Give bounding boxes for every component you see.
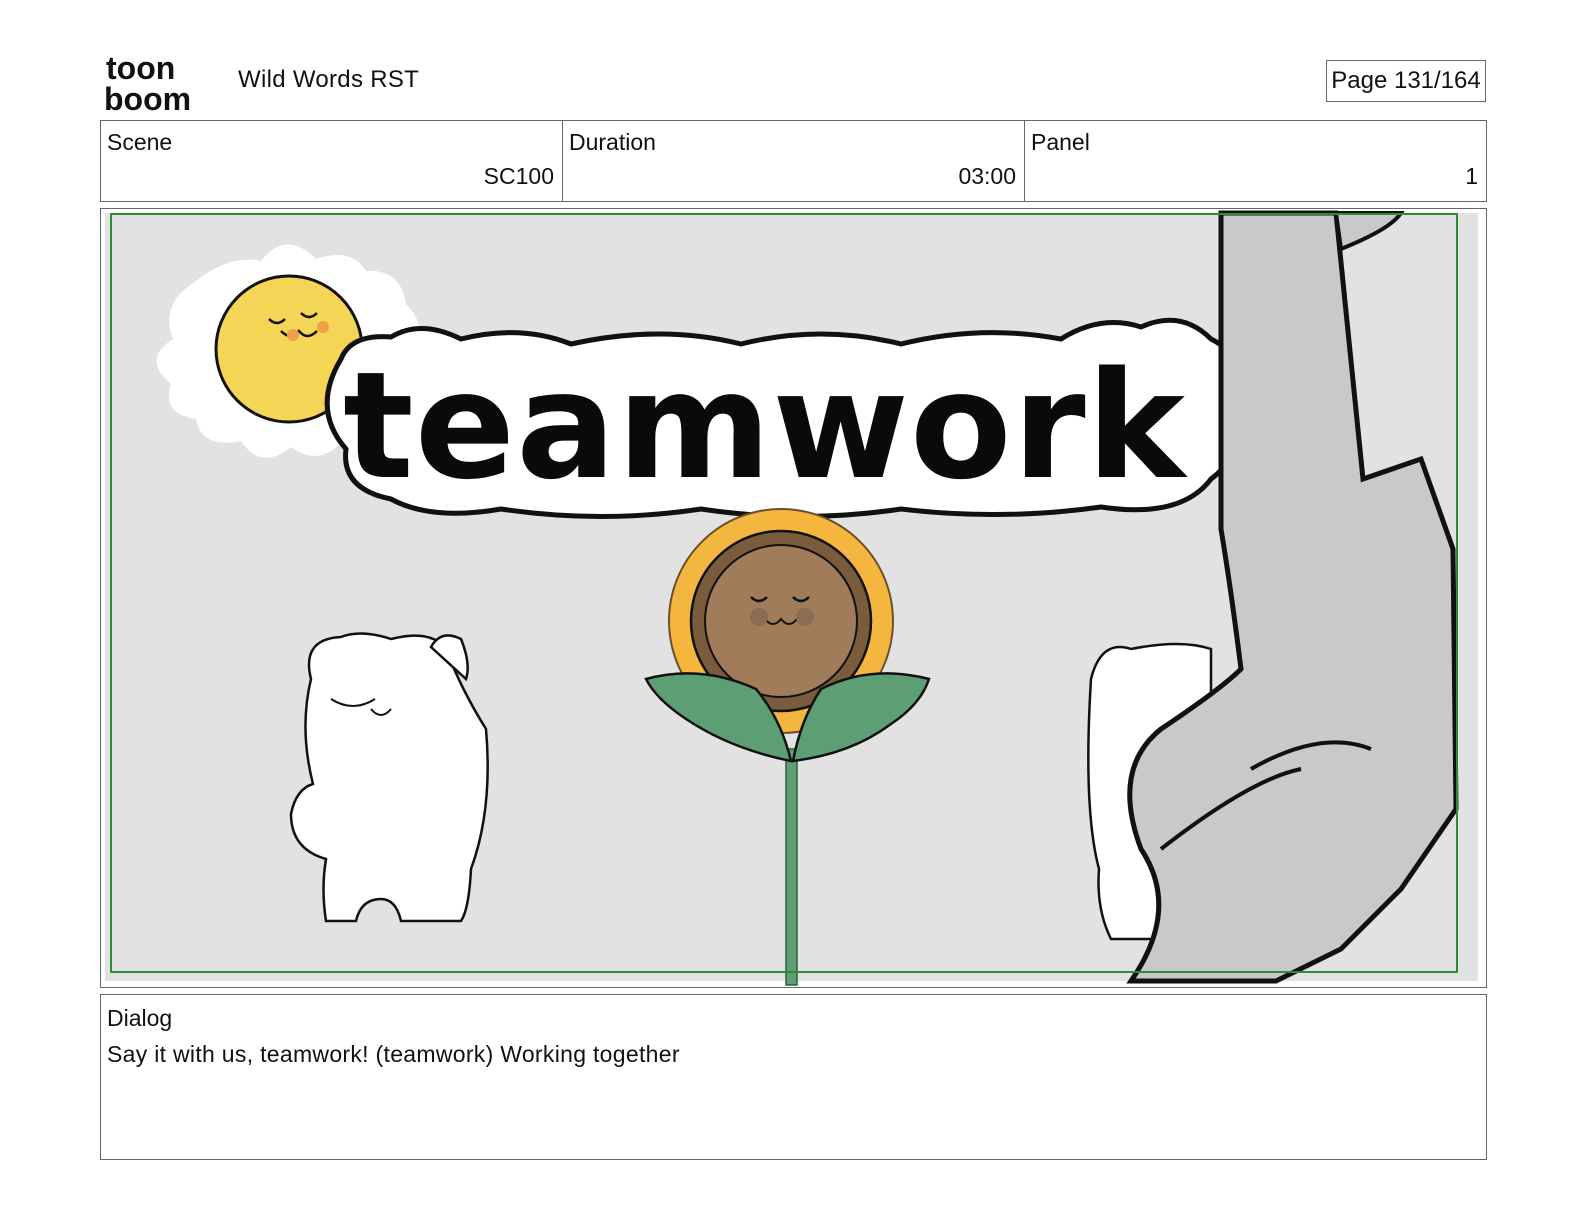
panel-drawing: teamwork	[101, 209, 1486, 987]
dialog-box: Dialog Say it with us, teamwork! (teamwo…	[100, 994, 1487, 1160]
panel-label: Panel	[1031, 129, 1090, 155]
sun-cheek-right	[317, 321, 329, 333]
sunflower-cheek-right	[796, 608, 814, 626]
dialog-label: Dialog	[107, 1005, 173, 1031]
storyboard-panel: teamwork	[100, 208, 1487, 988]
sunflower-cheek-left	[750, 608, 768, 626]
project-title: Wild Words RST	[238, 66, 420, 93]
logo-bottom-text: boom	[104, 81, 191, 112]
scene-cell: Scene SC100	[101, 121, 563, 201]
toonboom-logo: toon boom	[104, 52, 216, 112]
panel-value: 1	[1465, 163, 1478, 189]
panel-cell: Panel 1	[1025, 121, 1486, 201]
dialog-text: Say it with us, teamwork! (teamwork) Wor…	[107, 1041, 680, 1067]
sunflower-stem	[785, 748, 798, 986]
duration-label: Duration	[569, 129, 656, 155]
page-indicator: Page 131/164	[1326, 60, 1486, 102]
scene-value: SC100	[483, 163, 554, 189]
banner-text: teamwork	[343, 340, 1189, 512]
info-table: Scene SC100 Duration 03:00 Panel 1	[100, 120, 1487, 202]
sun-cheek-left	[287, 329, 299, 341]
duration-cell: Duration 03:00	[563, 121, 1025, 201]
scene-label: Scene	[107, 129, 173, 155]
sunflower-face	[704, 544, 858, 698]
duration-value: 03:00	[958, 163, 1016, 189]
